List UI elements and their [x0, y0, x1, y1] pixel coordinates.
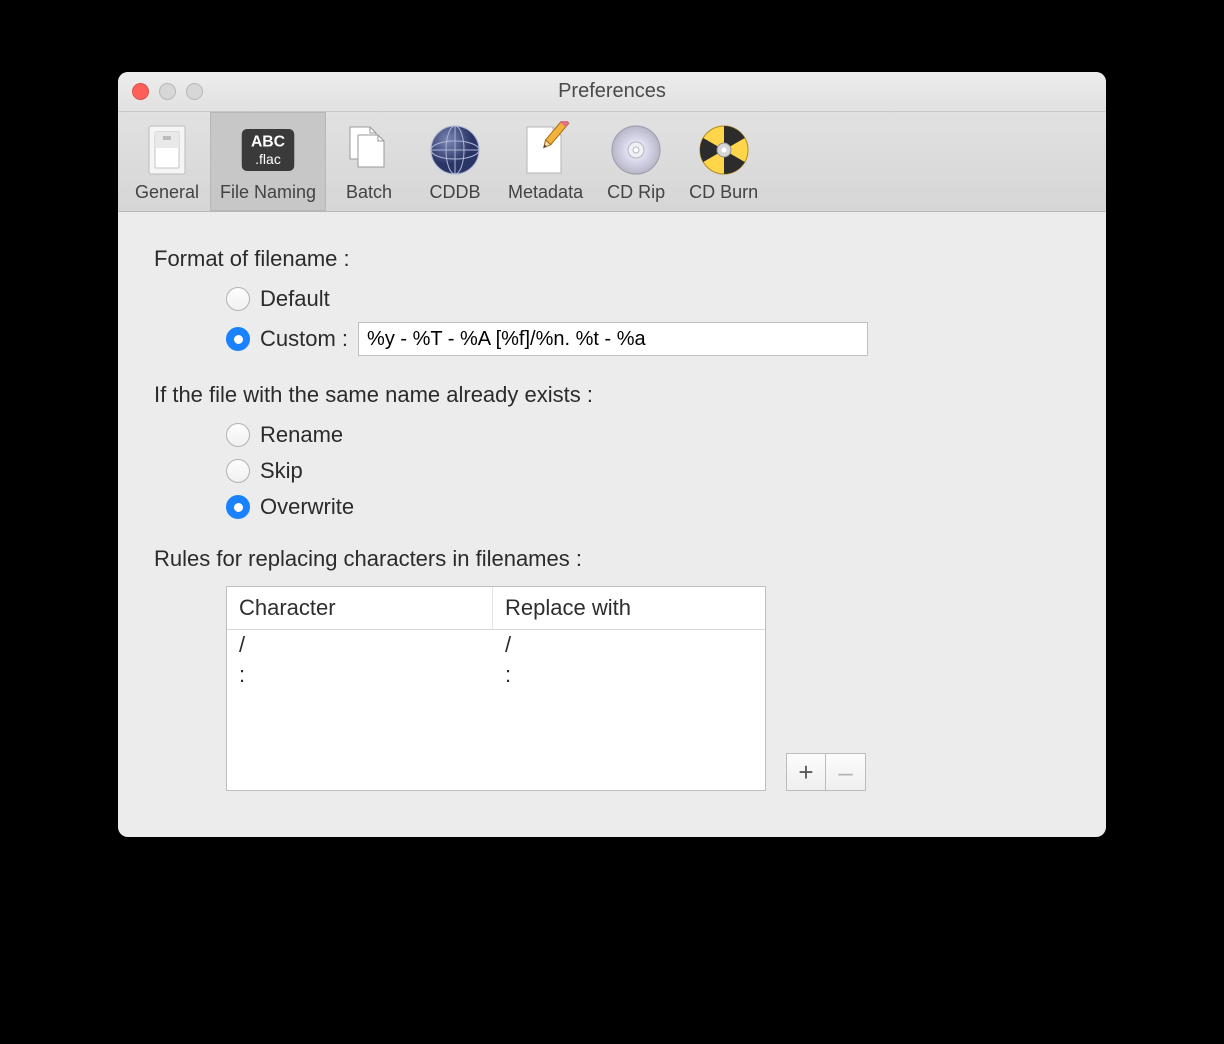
svg-text:.flac: .flac: [255, 151, 281, 167]
tab-cd-burn[interactable]: CD Burn: [679, 112, 768, 211]
radio-rename[interactable]: [226, 423, 250, 447]
cell-replace[interactable]: :: [493, 660, 765, 690]
tab-general[interactable]: General: [124, 112, 210, 211]
window-title: Preferences: [558, 80, 666, 103]
radio-row-overwrite[interactable]: Overwrite: [226, 494, 1070, 520]
svg-text:ABC: ABC: [251, 134, 285, 151]
switch-icon: [139, 122, 195, 178]
edit-document-icon: [518, 122, 574, 178]
remove-rule-button[interactable]: –: [826, 753, 866, 791]
rules-label: Rules for replacing characters in filena…: [154, 546, 1070, 572]
tab-label: CDDB: [430, 182, 481, 203]
table-row[interactable]: : :: [227, 660, 765, 690]
column-replace-with[interactable]: Replace with: [493, 587, 765, 629]
cd-icon: [608, 122, 664, 178]
cell-character[interactable]: /: [227, 630, 493, 660]
tab-label: File Naming: [220, 182, 316, 203]
radio-label: Rename: [260, 422, 343, 448]
tab-label: CD Burn: [689, 182, 758, 203]
radio-label: Custom :: [260, 326, 348, 352]
table-buttons: + –: [786, 753, 1070, 791]
radio-custom[interactable]: [226, 327, 250, 351]
radio-row-rename[interactable]: Rename: [226, 422, 1070, 448]
toolbar: General ABC .flac File Naming: [118, 112, 1106, 212]
replace-rules-table[interactable]: Character Replace with / / : :: [226, 586, 766, 791]
radio-label: Overwrite: [260, 494, 354, 520]
close-window-icon[interactable]: [132, 83, 149, 100]
radio-default[interactable]: [226, 287, 250, 311]
tab-label: Metadata: [508, 182, 583, 203]
tab-cddb[interactable]: CDDB: [412, 112, 498, 211]
burn-icon: [696, 122, 752, 178]
tab-label: General: [135, 182, 199, 203]
minimize-window-icon: [159, 83, 176, 100]
radio-skip[interactable]: [226, 459, 250, 483]
table-body[interactable]: / / : :: [227, 630, 765, 790]
tab-batch[interactable]: Batch: [326, 112, 412, 211]
cell-character[interactable]: :: [227, 660, 493, 690]
table-row[interactable]: / /: [227, 630, 765, 660]
plus-icon: +: [798, 759, 813, 785]
table-header: Character Replace with: [227, 587, 765, 630]
content: Format of filename : Default Custom : If…: [118, 212, 1106, 837]
cell-replace[interactable]: /: [493, 630, 765, 660]
add-rule-button[interactable]: +: [786, 753, 826, 791]
tab-cd-rip[interactable]: CD Rip: [593, 112, 679, 211]
custom-format-input[interactable]: [358, 322, 868, 356]
radio-row-skip[interactable]: Skip: [226, 458, 1070, 484]
radio-label: Skip: [260, 458, 303, 484]
globe-network-icon: [427, 122, 483, 178]
radio-row-default[interactable]: Default: [226, 286, 1070, 312]
radio-row-custom[interactable]: Custom :: [226, 322, 1070, 356]
minus-icon: –: [838, 759, 852, 785]
abc-flac-icon: ABC .flac: [240, 122, 296, 178]
format-label: Format of filename :: [154, 246, 1070, 272]
tab-file-naming[interactable]: ABC .flac File Naming: [210, 112, 326, 211]
zoom-window-icon: [186, 83, 203, 100]
radio-overwrite[interactable]: [226, 495, 250, 519]
tab-metadata[interactable]: Metadata: [498, 112, 593, 211]
titlebar: Preferences: [118, 72, 1106, 112]
tab-label: Batch: [346, 182, 392, 203]
tab-label: CD Rip: [607, 182, 665, 203]
exists-label: If the file with the same name already e…: [154, 382, 1070, 408]
documents-icon: [341, 122, 397, 178]
radio-label: Default: [260, 286, 330, 312]
window-controls: [132, 72, 203, 111]
column-character[interactable]: Character: [227, 587, 493, 629]
preferences-window: Preferences General ABC .flac: [118, 72, 1106, 837]
